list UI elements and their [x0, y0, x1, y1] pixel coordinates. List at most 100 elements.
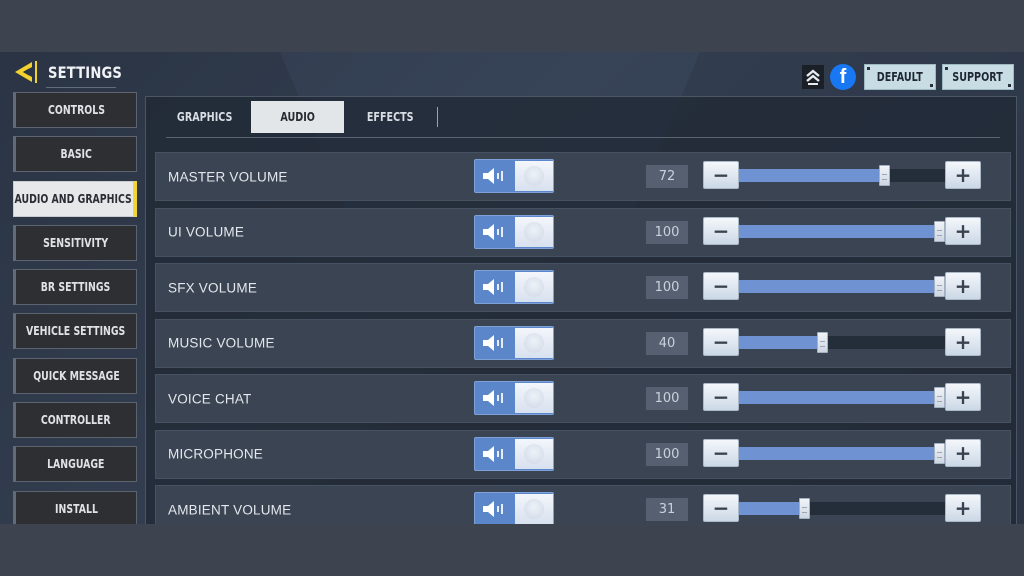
decrease-button[interactable]: −	[703, 272, 739, 300]
sidebar-item-vehicle-settings[interactable]: VEHICLE SETTINGS	[13, 313, 137, 350]
toggle-knob[interactable]	[524, 499, 544, 519]
mute-toggle[interactable]	[474, 381, 554, 415]
toggle-knob[interactable]	[524, 277, 544, 297]
increase-button[interactable]: +	[945, 161, 981, 189]
volume-slider-thumb[interactable]	[817, 331, 828, 353]
increase-button[interactable]: +	[945, 383, 981, 411]
tab-graphics[interactable]: GRAPHICS	[158, 101, 251, 133]
mute-toggle[interactable]	[474, 159, 554, 193]
volume-slider-track[interactable]	[739, 165, 945, 186]
mute-toggle[interactable]	[474, 436, 554, 471]
sidebar-item-install[interactable]: INSTALL	[13, 490, 137, 524]
sidebar-item-controls[interactable]: CONTROLS	[13, 92, 137, 128]
header: SETTINGS	[12, 58, 138, 86]
toggle-knob[interactable]	[524, 166, 544, 186]
default-button-label: DEFAULT	[877, 70, 923, 84]
volume-slider-fill	[739, 335, 823, 349]
decrease-button[interactable]: −	[703, 438, 739, 467]
volume-slider-track[interactable]	[739, 387, 945, 408]
setting-label: MASTER VOLUME	[168, 169, 288, 184]
setting-label: SFX VOLUME	[168, 280, 258, 295]
sidebar-item-controller[interactable]: CONTROLLER	[13, 402, 137, 439]
sidebar: CONTROLS BASIC AUDIO AND GRAPHICS SENSIT…	[13, 92, 137, 524]
back-arrow-icon	[15, 61, 37, 83]
toggle-knob[interactable]	[524, 388, 544, 408]
sidebar-item-basic[interactable]: BASIC	[13, 136, 137, 173]
tab-divider	[437, 107, 438, 127]
sidebar-item-label: AUDIO AND GRAPHICS	[14, 191, 133, 206]
sidebar-item-label: BR SETTINGS	[41, 280, 111, 295]
sidebar-item-audio-and-graphics[interactable]: AUDIO AND GRAPHICS	[13, 180, 137, 217]
sidebar-item-label: CONTROLLER	[41, 413, 111, 428]
mute-toggle[interactable]	[474, 214, 554, 249]
speaker-icon	[475, 500, 515, 518]
volume-slider-track[interactable]	[739, 276, 945, 297]
tab-effects[interactable]: EFFECTS	[344, 101, 437, 133]
tab-bar: GRAPHICS AUDIO EFFECTS	[158, 101, 438, 133]
tab-audio[interactable]: AUDIO	[251, 101, 344, 133]
volume-slider-fill	[739, 502, 805, 515]
decrease-button[interactable]: −	[703, 494, 739, 522]
toggle-knob-area	[515, 216, 553, 247]
increase-button[interactable]: +	[945, 327, 981, 356]
sidebar-item-sensitivity[interactable]: SENSITIVITY	[13, 224, 137, 261]
default-button[interactable]: DEFAULT	[864, 64, 936, 90]
volume-value: 31	[646, 498, 688, 521]
decrease-button[interactable]: −	[703, 383, 739, 411]
sidebar-item-label: CONTROLS	[47, 103, 105, 117]
decrease-button[interactable]: −	[703, 161, 739, 189]
increase-button[interactable]: +	[945, 438, 981, 467]
sidebar-item-quick-message[interactable]: QUICK MESSAGE	[13, 357, 137, 394]
sidebar-item-label: LANGUAGE	[47, 457, 105, 472]
volume-slider-thumb[interactable]	[934, 442, 945, 464]
mute-toggle[interactable]	[474, 270, 554, 304]
tab-label: EFFECTS	[367, 110, 414, 124]
sidebar-item-label: VEHICLE SETTINGS	[26, 324, 126, 339]
toggle-knob-area	[515, 161, 553, 191]
volume-value: 100	[646, 387, 688, 410]
increase-button[interactable]: +	[945, 272, 981, 300]
mute-toggle[interactable]	[474, 492, 554, 524]
toggle-knob[interactable]	[524, 332, 544, 353]
toggle-knob[interactable]	[524, 221, 544, 242]
facebook-icon[interactable]: f	[830, 64, 856, 90]
volume-value: 100	[646, 276, 688, 299]
volume-slider-thumb[interactable]	[934, 387, 945, 408]
volume-slider-track[interactable]	[739, 331, 945, 353]
volume-slider-thumb[interactable]	[934, 276, 945, 297]
increase-button[interactable]: +	[945, 494, 981, 522]
decrease-button[interactable]: −	[703, 327, 739, 356]
tab-label: AUDIO	[280, 110, 315, 124]
support-button-label: SUPPORT	[952, 70, 1004, 84]
back-button[interactable]	[12, 58, 40, 86]
rank-chevrons-icon[interactable]	[802, 65, 824, 89]
volume-slider-track[interactable]	[739, 220, 945, 242]
volume-slider-thumb[interactable]	[879, 165, 891, 186]
top-actions: f DEFAULT SUPPORT	[802, 64, 1014, 90]
volume-slider-thumb[interactable]	[934, 220, 945, 242]
speaker-icon	[475, 223, 515, 241]
volume-value: 40	[646, 331, 688, 355]
speaker-icon	[475, 445, 515, 463]
setting-label: AMBIENT VOLUME	[168, 502, 292, 517]
increase-button[interactable]: +	[945, 216, 981, 245]
toggle-knob-area	[515, 438, 553, 469]
tab-label: GRAPHICS	[176, 110, 233, 124]
tab-underline-rule	[166, 137, 1000, 138]
sidebar-item-br-settings[interactable]: BR SETTINGS	[13, 269, 137, 306]
setting-row-sfx-volume: SFX VOLUME 100 − +	[155, 263, 1011, 312]
sidebar-item-language[interactable]: LANGUAGE	[13, 446, 137, 483]
settings-panel: GRAPHICS AUDIO EFFECTS MASTER VOLUME 72 …	[145, 96, 1017, 524]
volume-slider-track[interactable]	[739, 498, 945, 519]
volume-slider-track[interactable]	[739, 442, 945, 464]
volume-slider-thumb[interactable]	[799, 498, 811, 519]
volume-value: 72	[646, 165, 688, 188]
support-button[interactable]: SUPPORT	[942, 64, 1014, 90]
toggle-knob-area	[515, 494, 553, 524]
mute-toggle[interactable]	[474, 325, 554, 360]
speaker-icon	[475, 167, 515, 185]
speaker-icon	[475, 278, 515, 296]
setting-row-ambient-volume: AMBIENT VOLUME 31 − +	[155, 485, 1011, 524]
toggle-knob[interactable]	[524, 443, 544, 464]
decrease-button[interactable]: −	[703, 216, 739, 245]
